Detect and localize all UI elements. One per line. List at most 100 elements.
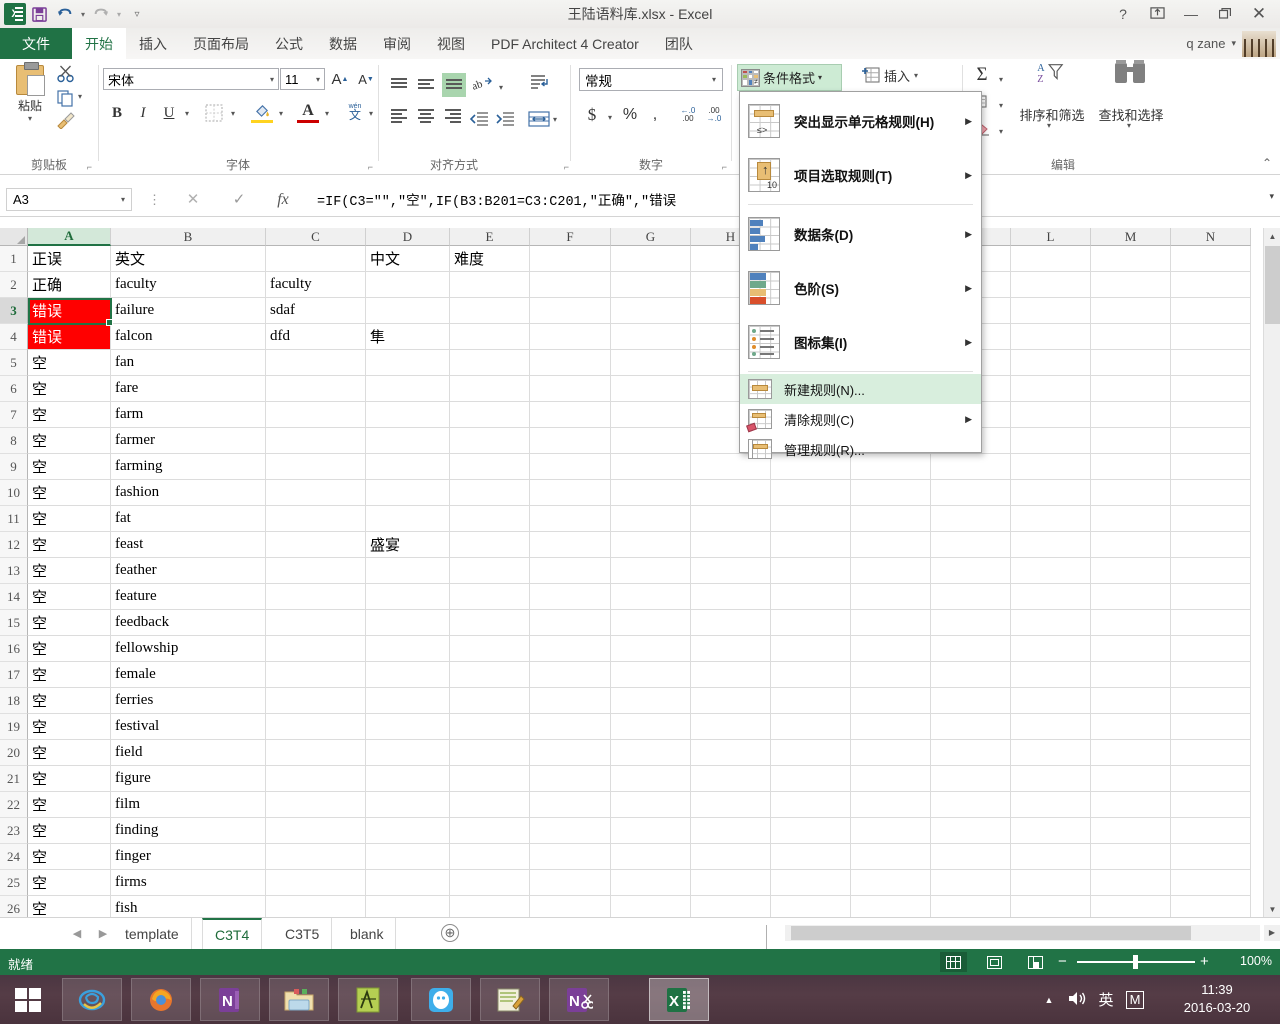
cell-A25[interactable]: 空 [28,870,111,896]
cell-N16[interactable] [1171,636,1251,662]
cell-H12[interactable] [691,532,771,558]
find-select-button[interactable] [1101,60,1159,85]
cell-K10[interactable] [931,480,1011,506]
cell-C24[interactable] [266,844,366,870]
sheet-tab-c3t5[interactable]: C3T5 [273,918,333,949]
row-header-21[interactable]: 21 [0,766,28,792]
cell-J22[interactable] [851,792,931,818]
cell-E5[interactable] [450,350,530,376]
align-center-icon[interactable] [415,107,437,127]
matlab-icon[interactable] [338,978,398,1021]
excel-icon[interactable]: X [649,978,709,1021]
row-header-9[interactable]: 9 [0,454,28,480]
wrap-text-icon[interactable] [527,71,553,95]
row-header-7[interactable]: 7 [0,402,28,428]
increase-indent-icon[interactable] [493,107,517,131]
minimize-button[interactable]: — [1174,6,1208,22]
cell-N19[interactable] [1171,714,1251,740]
row-header-2[interactable]: 2 [0,272,28,298]
font-size-input[interactable]: 11 ▾ [280,68,325,90]
row-header-13[interactable]: 13 [0,558,28,584]
cell-F21[interactable] [530,766,611,792]
insert-cells-button[interactable]: 插入 ▾ [862,63,948,87]
cell-L4[interactable] [1011,324,1091,350]
fill-color-chevron-down-icon[interactable]: ▾ [275,101,287,125]
cell-C8[interactable] [266,428,366,454]
merge-cells-chevron-down-icon[interactable]: ▾ [549,107,561,131]
cell-D16[interactable] [366,636,450,662]
cell-G13[interactable] [611,558,691,584]
cell-A13[interactable]: 空 [28,558,111,584]
cell-J24[interactable] [851,844,931,870]
cell-N17[interactable] [1171,662,1251,688]
find-select-chevron-down-icon[interactable]: ▾ [1127,121,1131,130]
cell-L7[interactable] [1011,402,1091,428]
cell-J13[interactable] [851,558,931,584]
cell-H17[interactable] [691,662,771,688]
cell-L5[interactable] [1011,350,1091,376]
cell-C19[interactable] [266,714,366,740]
menu-item-manage-rules[interactable]: 管理规则(R)... [740,434,981,464]
cell-B12[interactable]: feast [111,532,266,558]
cell-C12[interactable] [266,532,366,558]
cell-D12[interactable]: 盛宴 [366,532,450,558]
cell-B1[interactable]: 英文 [111,246,266,272]
cell-E9[interactable] [450,454,530,480]
cell-L2[interactable] [1011,272,1091,298]
row-header-3[interactable]: 3 [0,298,28,324]
cell-B14[interactable]: feature [111,584,266,610]
cell-I12[interactable] [771,532,851,558]
cell-A24[interactable]: 空 [28,844,111,870]
cell-J17[interactable] [851,662,931,688]
cell-D9[interactable] [366,454,450,480]
cell-F7[interactable] [530,402,611,428]
cell-C6[interactable] [266,376,366,402]
cell-D5[interactable] [366,350,450,376]
cell-G15[interactable] [611,610,691,636]
cell-A7[interactable]: 空 [28,402,111,428]
cell-D13[interactable] [366,558,450,584]
cell-K18[interactable] [931,688,1011,714]
cell-I15[interactable] [771,610,851,636]
zoom-level[interactable]: 100% [1240,954,1272,968]
cell-F8[interactable] [530,428,611,454]
cell-A15[interactable]: 空 [28,610,111,636]
column-header-a[interactable]: A [28,228,111,246]
cell-D7[interactable] [366,402,450,428]
cell-L13[interactable] [1011,558,1091,584]
cell-E10[interactable] [450,480,530,506]
paste-button[interactable]: 粘贴 ▾ [8,62,52,123]
cell-F23[interactable] [530,818,611,844]
cell-L3[interactable] [1011,298,1091,324]
cell-K12[interactable] [931,532,1011,558]
horizontal-scrollbar[interactable] [790,925,1260,941]
alignment-dialog-launcher-icon[interactable]: ⌐ [564,162,569,172]
cell-G14[interactable] [611,584,691,610]
sort-filter-chevron-down-icon[interactable]: ▾ [1047,121,1051,130]
scroll-down-icon[interactable]: ▼ [1264,901,1280,918]
row-header-5[interactable]: 5 [0,350,28,376]
cell-F6[interactable] [530,376,611,402]
cell-N23[interactable] [1171,818,1251,844]
cell-E17[interactable] [450,662,530,688]
cell-B11[interactable]: fat [111,506,266,532]
cell-L16[interactable] [1011,636,1091,662]
cell-F19[interactable] [530,714,611,740]
cell-F11[interactable] [530,506,611,532]
cell-J21[interactable] [851,766,931,792]
cell-E4[interactable] [450,324,530,350]
cell-N9[interactable] [1171,454,1251,480]
cell-I25[interactable] [771,870,851,896]
cell-C20[interactable] [266,740,366,766]
cell-K14[interactable] [931,584,1011,610]
cell-B18[interactable]: ferries [111,688,266,714]
cell-F10[interactable] [530,480,611,506]
cell-D14[interactable] [366,584,450,610]
cell-M23[interactable] [1091,818,1171,844]
expand-formula-bar-icon[interactable]: ▾ [1269,191,1274,202]
cell-H22[interactable] [691,792,771,818]
fill-color-icon[interactable] [251,101,273,123]
add-sheet-button[interactable]: ⊕ [441,924,459,942]
cell-K20[interactable] [931,740,1011,766]
tab-pdf-architect[interactable]: PDF Architect 4 Creator [478,28,652,59]
